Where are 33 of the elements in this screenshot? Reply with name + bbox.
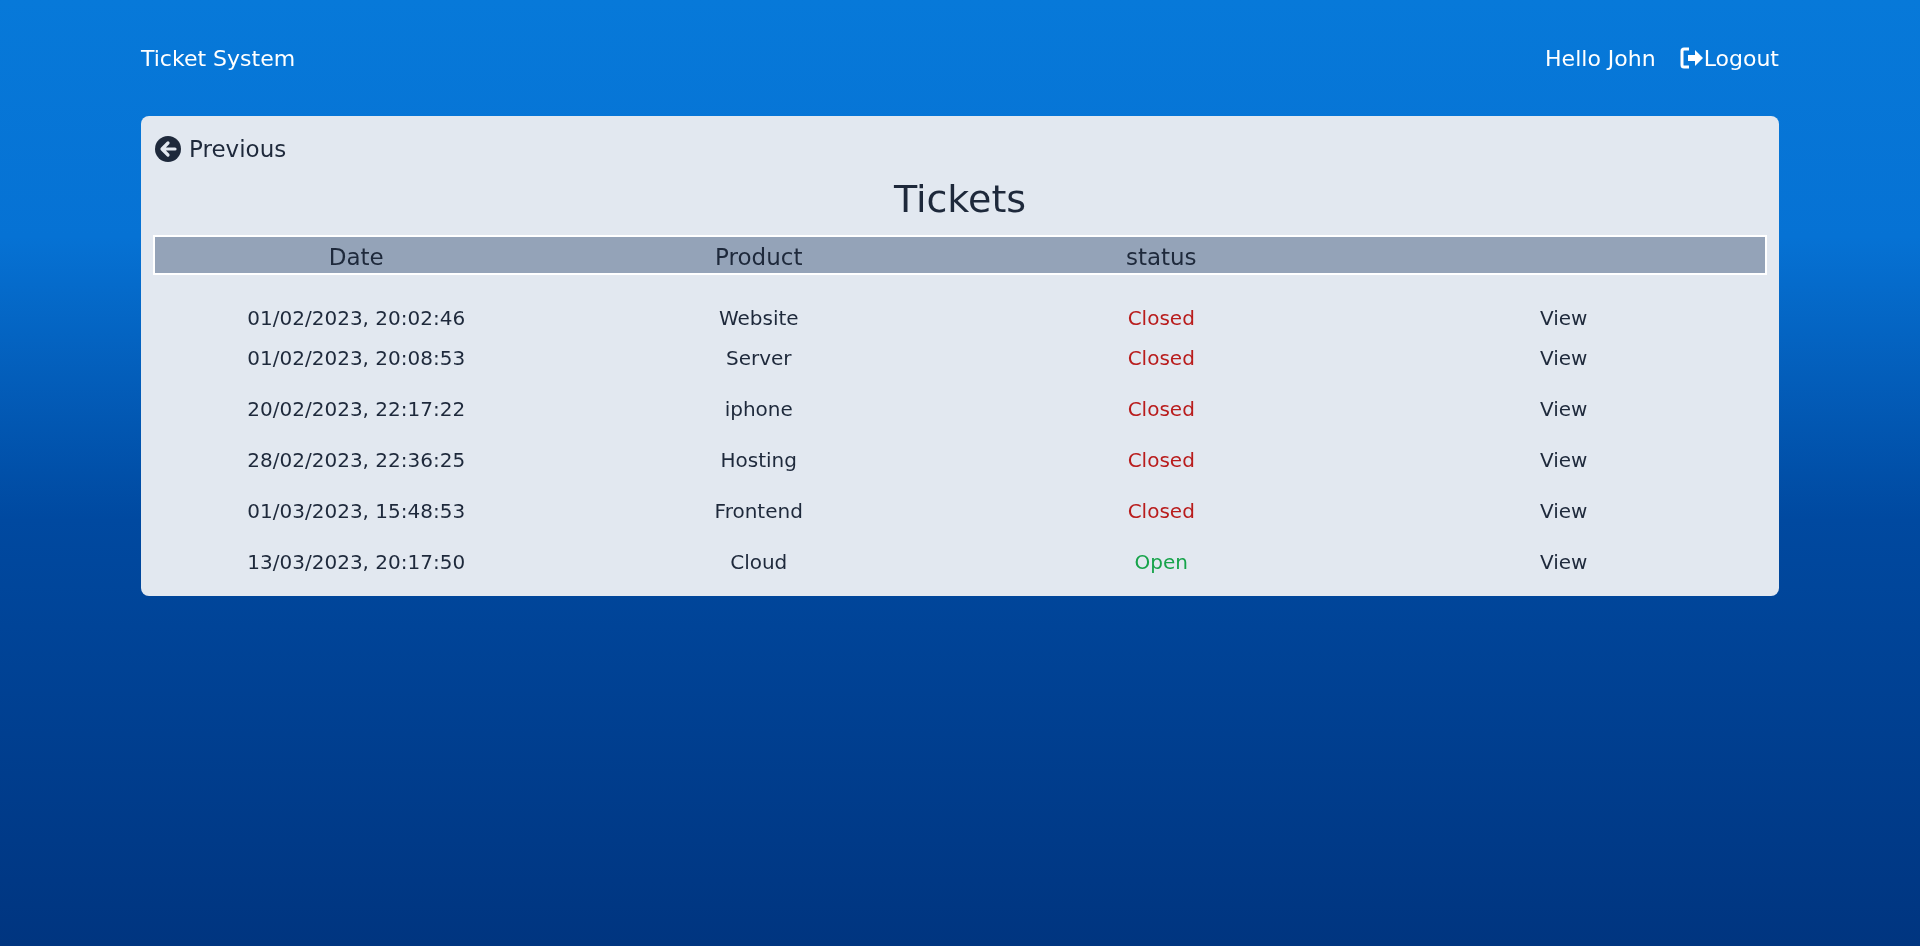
view-link[interactable]: View bbox=[1540, 448, 1588, 473]
date-text: 20/02/2023, 22:17:22 bbox=[247, 397, 466, 422]
status-text: Closed bbox=[1127, 448, 1195, 473]
date-text: 28/02/2023, 22:36:25 bbox=[247, 448, 466, 473]
product-text: Server bbox=[725, 346, 792, 371]
date-text: 01/02/2023, 20:02:46 bbox=[247, 305, 466, 330]
date-text: 01/03/2023, 15:48:53 bbox=[247, 499, 466, 524]
product-text: Website bbox=[718, 305, 799, 330]
view-link[interactable]: View bbox=[1540, 550, 1588, 575]
view-link[interactable]: View bbox=[1540, 499, 1588, 524]
view-link[interactable]: View bbox=[1540, 397, 1588, 422]
previous-link[interactable]: Previous bbox=[155, 132, 287, 167]
view-link[interactable]: View bbox=[1540, 346, 1588, 371]
product-text: Hosting bbox=[720, 448, 797, 473]
status-text: Closed bbox=[1127, 346, 1195, 371]
date-text: 01/02/2023, 20:08:53 bbox=[247, 346, 466, 371]
page-title: Tickets bbox=[892, 177, 1028, 223]
column-header: Date bbox=[155, 236, 558, 273]
view-link[interactable]: View bbox=[1540, 305, 1588, 330]
product-text: Frontend bbox=[714, 499, 803, 524]
logout-link[interactable]: Logout bbox=[1679, 41, 1779, 75]
date-text: 13/03/2023, 20:17:50 bbox=[247, 550, 466, 575]
column-header: Product bbox=[557, 236, 960, 273]
status-text: Closed bbox=[1127, 305, 1195, 330]
column-header: status bbox=[960, 236, 1363, 273]
status-text: Closed bbox=[1127, 499, 1195, 524]
product-text: Cloud bbox=[730, 550, 788, 575]
status-text: Open bbox=[1134, 550, 1188, 575]
logout-icon bbox=[1679, 47, 1704, 69]
brand-title: Ticket System bbox=[141, 44, 296, 73]
product-text: iphone bbox=[724, 397, 793, 422]
user-greeting: Hello John bbox=[1545, 44, 1656, 73]
status-text: Closed bbox=[1127, 397, 1195, 422]
